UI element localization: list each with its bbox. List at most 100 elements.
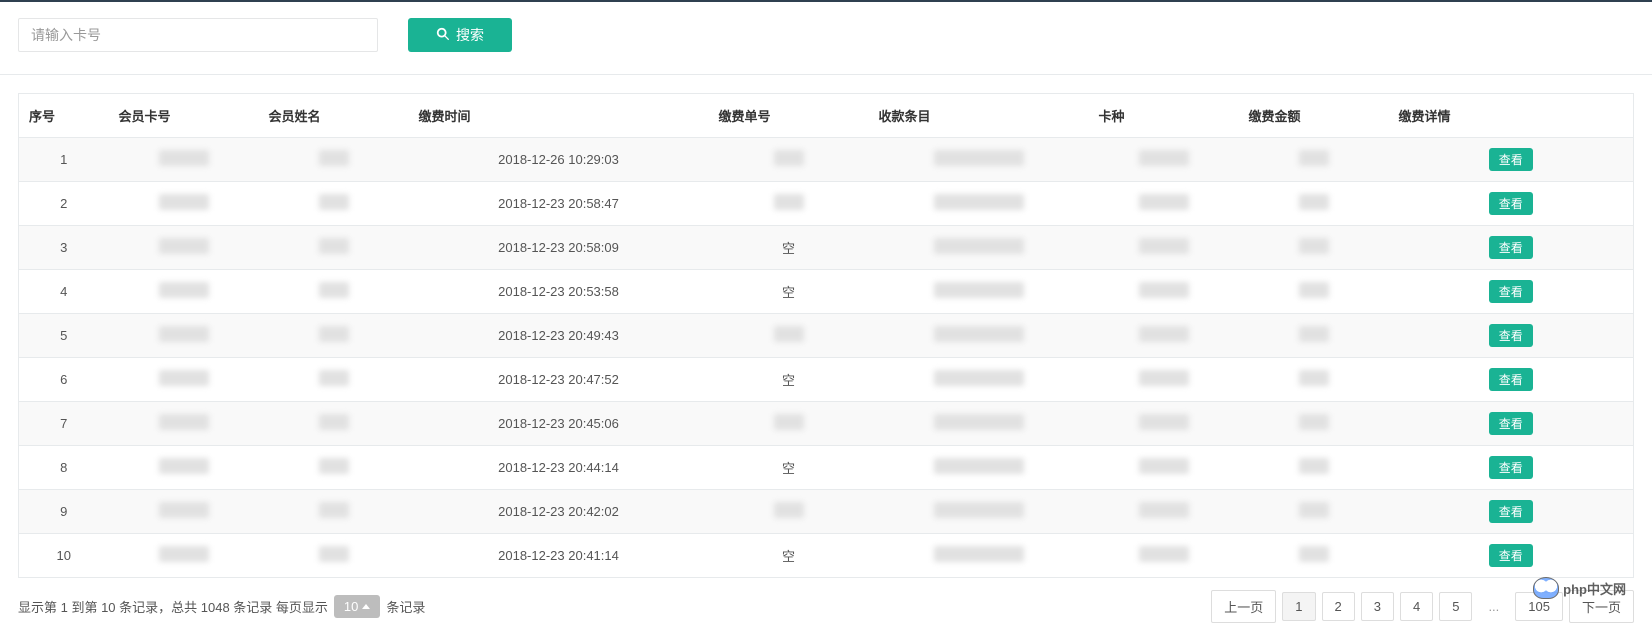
cell-index: 1 bbox=[60, 152, 67, 167]
page-ellipsis: ... bbox=[1478, 593, 1509, 620]
table-cell: 2018-12-23 20:49:43 bbox=[409, 314, 709, 358]
page-5-button[interactable]: 5 bbox=[1439, 592, 1472, 621]
table-row: 5 2018-12-23 20:49:43 查看 bbox=[19, 314, 1634, 358]
table-container: 序号 会员卡号 会员姓名 缴费时间 缴费单号 收款条目 卡种 缴费金额 缴费详情… bbox=[0, 75, 1652, 578]
redacted-card-no bbox=[159, 238, 209, 254]
table-cell: 5 bbox=[19, 314, 109, 358]
redacted-amount bbox=[1299, 546, 1329, 562]
redacted-type bbox=[1139, 414, 1189, 430]
page-2-button[interactable]: 2 bbox=[1322, 592, 1355, 621]
table-cell bbox=[259, 182, 409, 226]
cell-pay-order: 空 bbox=[782, 373, 795, 388]
cell-index: 5 bbox=[60, 328, 67, 343]
view-detail-button[interactable]: 查看 bbox=[1489, 456, 1533, 479]
table-cell bbox=[869, 490, 1089, 534]
table-cell: 查看 bbox=[1389, 314, 1634, 358]
th-detail[interactable]: 缴费详情 bbox=[1389, 94, 1634, 138]
table-cell bbox=[1239, 314, 1389, 358]
cell-pay-time: 2018-12-23 20:53:58 bbox=[498, 284, 619, 299]
redacted-item bbox=[934, 326, 1024, 342]
view-detail-button[interactable]: 查看 bbox=[1489, 324, 1533, 347]
view-detail-button[interactable]: 查看 bbox=[1489, 544, 1533, 567]
search-button-label: 搜索 bbox=[456, 25, 484, 45]
table-cell: 2018-12-26 10:29:03 bbox=[409, 138, 709, 182]
th-pay-amount[interactable]: 缴费金额 bbox=[1239, 94, 1389, 138]
view-detail-button[interactable]: 查看 bbox=[1489, 192, 1533, 215]
redacted-amount bbox=[1299, 194, 1329, 210]
page-last-button[interactable]: 105 bbox=[1515, 592, 1563, 621]
redacted-amount bbox=[1299, 150, 1329, 166]
view-detail-button[interactable]: 查看 bbox=[1489, 280, 1533, 303]
redacted-order bbox=[774, 194, 804, 210]
view-detail-button[interactable]: 查看 bbox=[1489, 412, 1533, 435]
page-4-button[interactable]: 4 bbox=[1400, 592, 1433, 621]
table-cell: 查看 bbox=[1389, 226, 1634, 270]
table-footer: 显示第 1 到第 10 条记录，总共 1048 条记录 每页显示 10 条记录 … bbox=[0, 578, 1652, 643]
table-cell bbox=[1239, 138, 1389, 182]
table-cell: 查看 bbox=[1389, 270, 1634, 314]
table-cell bbox=[109, 490, 259, 534]
redacted-item bbox=[934, 150, 1024, 166]
redacted-amount bbox=[1299, 414, 1329, 430]
view-detail-button[interactable]: 查看 bbox=[1489, 368, 1533, 391]
table-cell: 2018-12-23 20:41:14 bbox=[409, 534, 709, 578]
view-detail-button[interactable]: 查看 bbox=[1489, 500, 1533, 523]
redacted-name bbox=[319, 194, 349, 210]
next-page-button[interactable]: 下一页 bbox=[1569, 590, 1634, 623]
card-number-input[interactable] bbox=[18, 18, 378, 52]
th-card-no[interactable]: 会员卡号 bbox=[109, 94, 259, 138]
table-cell: 7 bbox=[19, 402, 109, 446]
footer-info: 显示第 1 到第 10 条记录，总共 1048 条记录 每页显示 10 条记录 bbox=[18, 595, 425, 618]
redacted-item bbox=[934, 502, 1024, 518]
th-charge-item[interactable]: 收款条目 bbox=[869, 94, 1089, 138]
th-pay-order[interactable]: 缴费单号 bbox=[709, 94, 869, 138]
table-row: 22018-12-23 20:58:47查看 bbox=[19, 182, 1634, 226]
table-cell bbox=[709, 490, 869, 534]
table-cell: 查看 bbox=[1389, 182, 1634, 226]
table-cell bbox=[1089, 402, 1239, 446]
page-1-button[interactable]: 1 bbox=[1282, 592, 1315, 621]
search-bar: 搜索 bbox=[0, 2, 1652, 75]
prev-page-button[interactable]: 上一页 bbox=[1211, 590, 1276, 623]
cell-pay-order: 空 bbox=[782, 461, 795, 476]
table-cell: 2018-12-23 20:58:09 bbox=[409, 226, 709, 270]
page-size-value: 10 bbox=[344, 599, 358, 614]
th-pay-time[interactable]: 缴费时间 bbox=[409, 94, 709, 138]
view-detail-button[interactable]: 查看 bbox=[1489, 148, 1533, 171]
table-cell bbox=[109, 138, 259, 182]
redacted-card-no bbox=[159, 546, 209, 562]
redacted-type bbox=[1139, 150, 1189, 166]
table-cell bbox=[109, 446, 259, 490]
table-cell bbox=[1089, 314, 1239, 358]
cell-pay-time: 2018-12-23 20:41:14 bbox=[498, 548, 619, 563]
page-size-select[interactable]: 10 bbox=[334, 595, 380, 618]
table-cell bbox=[1089, 534, 1239, 578]
redacted-order bbox=[774, 414, 804, 430]
table-cell bbox=[869, 358, 1089, 402]
table-cell bbox=[259, 138, 409, 182]
search-button[interactable]: 搜索 bbox=[408, 18, 512, 52]
redacted-type bbox=[1139, 458, 1189, 474]
table-cell bbox=[1239, 270, 1389, 314]
redacted-name bbox=[319, 546, 349, 562]
table-row: 92018-12-23 20:42:02查看 bbox=[19, 490, 1634, 534]
table-cell: 查看 bbox=[1389, 402, 1634, 446]
table-cell bbox=[869, 182, 1089, 226]
page-3-button[interactable]: 3 bbox=[1361, 592, 1394, 621]
redacted-amount bbox=[1299, 370, 1329, 386]
table-cell: 查看 bbox=[1389, 138, 1634, 182]
cell-pay-time: 2018-12-23 20:45:06 bbox=[498, 416, 619, 431]
table-cell bbox=[1239, 490, 1389, 534]
table-cell: 空 bbox=[709, 446, 869, 490]
th-member-name[interactable]: 会员姓名 bbox=[259, 94, 409, 138]
table-cell: 9 bbox=[19, 490, 109, 534]
table-cell: 空 bbox=[709, 226, 869, 270]
redacted-type bbox=[1139, 326, 1189, 342]
view-detail-button[interactable]: 查看 bbox=[1489, 236, 1533, 259]
record-info-suffix: 条记录 bbox=[386, 597, 425, 616]
cell-pay-order: 空 bbox=[782, 241, 795, 256]
th-index[interactable]: 序号 bbox=[19, 94, 109, 138]
redacted-item bbox=[934, 238, 1024, 254]
redacted-name bbox=[319, 502, 349, 518]
th-card-type[interactable]: 卡种 bbox=[1089, 94, 1239, 138]
